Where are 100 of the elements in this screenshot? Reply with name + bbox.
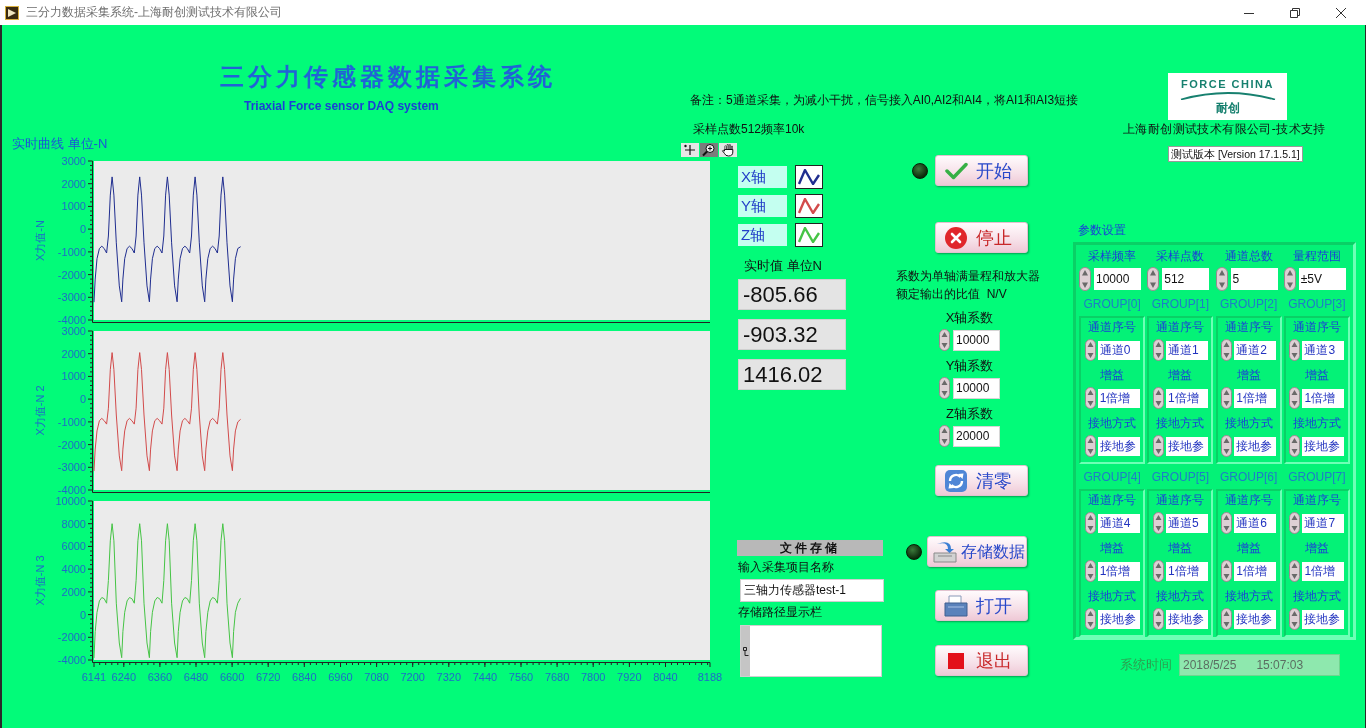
field-label: 通道序号 (1156, 320, 1205, 334)
select-field[interactable]: 1倍增 (1165, 388, 1208, 408)
spin-arrows-icon[interactable] (939, 329, 950, 351)
select-field[interactable]: 1倍增 (1302, 561, 1345, 581)
spin-arrows-icon[interactable] (1147, 267, 1160, 291)
field-label: 通道序号 (1088, 493, 1137, 507)
number-field[interactable]: 10000 (953, 377, 1000, 399)
field-label: 通道序号 (1224, 320, 1273, 334)
spin-arrows-icon[interactable] (1289, 435, 1301, 457)
exit-button[interactable]: 退出 (935, 645, 1028, 676)
select-field[interactable]: 1倍增 (1302, 388, 1345, 408)
time-display: 2018/5/25 15:07:03 (1179, 654, 1340, 676)
stop-button[interactable]: 停止 (935, 222, 1028, 253)
spin-arrows-icon[interactable] (1084, 435, 1096, 457)
stop-square-icon (948, 652, 964, 669)
select-field[interactable]: 通道7 (1302, 513, 1345, 533)
axis-tick-label: -4000 (57, 314, 86, 326)
axis-tick-label: -3000 (57, 291, 86, 304)
select-field[interactable]: 通道2 (1234, 340, 1277, 360)
spin-arrows-icon[interactable] (1221, 387, 1233, 409)
select-field[interactable]: 接地参 (1302, 436, 1345, 456)
spin-arrows-icon[interactable] (939, 377, 950, 399)
select-field[interactable]: 接地参 (1234, 609, 1277, 629)
spin-arrows-icon[interactable] (1084, 339, 1096, 361)
close-icon[interactable] (1336, 7, 1346, 18)
number-field[interactable]: 5 (1230, 268, 1278, 290)
select-field[interactable]: 接地参 (1165, 436, 1208, 456)
spin-arrows-icon[interactable] (1283, 267, 1296, 291)
zoom-in-icon[interactable] (700, 143, 718, 157)
axis-tick-label: 1000 (61, 200, 86, 213)
field-label: 输入采集项目名称 (738, 560, 834, 574)
spin-arrows-icon[interactable] (1221, 608, 1233, 630)
spin-arrows-icon[interactable] (1152, 512, 1164, 534)
spin-arrows-icon[interactable] (1152, 435, 1164, 457)
reset-button[interactable]: 清零 (935, 465, 1028, 496)
spin-arrows-icon[interactable] (1084, 560, 1096, 582)
axis-tick-label: -4000 (57, 654, 86, 666)
group-title: GROUP[4] (1083, 470, 1141, 484)
chart-caption: 实时曲线 单位-N (12, 137, 108, 151)
select-field[interactable]: 1倍增 (1234, 388, 1277, 408)
number-field[interactable]: 10000 (953, 329, 1000, 351)
field-label: 接地方式 (1224, 589, 1273, 603)
spin-arrows-icon[interactable] (1289, 339, 1301, 361)
select-field[interactable]: 通道0 (1097, 340, 1140, 360)
select-field[interactable]: 接地参 (1234, 436, 1277, 456)
spin-arrows-icon[interactable] (1079, 267, 1091, 291)
group-title: GROUP[2] (1219, 297, 1278, 311)
select-field[interactable]: 通道6 (1234, 513, 1277, 533)
spin-arrows-icon[interactable] (1215, 267, 1228, 291)
spin-arrows-icon[interactable] (939, 425, 950, 447)
path-field[interactable] (740, 625, 882, 677)
spin-arrows-icon[interactable] (1289, 560, 1301, 582)
select-field[interactable]: 接地参 (1302, 609, 1345, 629)
axis-tick-label: 8040 (653, 671, 678, 683)
crosshair-icon[interactable] (681, 143, 699, 157)
field-label: 增益 (1236, 368, 1261, 382)
number-field[interactable]: 20000 (953, 425, 1000, 447)
select-field[interactable]: 通道1 (1165, 340, 1208, 360)
number-field[interactable]: ±5V (1298, 268, 1346, 290)
spin-arrows-icon[interactable] (1221, 560, 1233, 582)
spin-arrows-icon[interactable] (1221, 512, 1233, 534)
select-field[interactable]: 接地参 (1165, 609, 1208, 629)
restore-icon[interactable] (1290, 7, 1300, 18)
note-text: 备注：5通道采集，为减小干扰，信号接入AI0,AI2和AI4，将AI1和AI3短接 (690, 92, 1079, 108)
select-field[interactable]: 接地参 (1097, 609, 1140, 629)
arc-icon (1179, 92, 1276, 100)
number-field[interactable]: 512 (1162, 268, 1210, 290)
field-label: 接地方式 (1224, 416, 1273, 430)
spin-arrows-icon[interactable] (1289, 608, 1301, 630)
field-label: 增益 (1168, 368, 1193, 382)
printer-icon (944, 594, 968, 617)
spin-arrows-icon[interactable] (1084, 512, 1096, 534)
spin-arrows-icon[interactable] (1152, 608, 1164, 630)
spin-arrows-icon[interactable] (1084, 387, 1096, 409)
number-field[interactable]: 10000 (1094, 268, 1141, 290)
spin-arrows-icon[interactable] (1289, 387, 1301, 409)
text-field[interactable]: 三轴力传感器test-1 (740, 579, 884, 602)
axis-title: X力值-N 2 (34, 385, 46, 436)
save-data-button[interactable]: 存储数据 (927, 536, 1027, 567)
spin-arrows-icon[interactable] (1152, 339, 1164, 361)
select-field[interactable]: 通道5 (1165, 513, 1208, 533)
logo-text: 耐创 (1215, 101, 1240, 115)
select-field[interactable]: 接地参 (1097, 436, 1140, 456)
select-field[interactable]: 1倍增 (1097, 388, 1140, 408)
select-field[interactable]: 1倍增 (1165, 561, 1208, 581)
spin-arrows-icon[interactable] (1289, 512, 1301, 534)
select-field[interactable]: 通道3 (1302, 340, 1345, 360)
select-field[interactable]: 1倍增 (1097, 561, 1140, 581)
spin-arrows-icon[interactable] (1084, 608, 1096, 630)
start-button[interactable]: 开始 (935, 155, 1028, 186)
path-glyph-icon (742, 646, 749, 656)
spin-arrows-icon[interactable] (1221, 339, 1233, 361)
spin-arrows-icon[interactable] (1152, 560, 1164, 582)
select-field[interactable]: 1倍增 (1234, 561, 1277, 581)
hand-icon[interactable] (719, 143, 737, 157)
spin-arrows-icon[interactable] (1221, 435, 1233, 457)
open-button[interactable]: 打开 (935, 590, 1028, 621)
select-field[interactable]: 通道4 (1097, 513, 1140, 533)
axis-tick-label: 2000 (61, 177, 86, 190)
spin-arrows-icon[interactable] (1152, 387, 1164, 409)
